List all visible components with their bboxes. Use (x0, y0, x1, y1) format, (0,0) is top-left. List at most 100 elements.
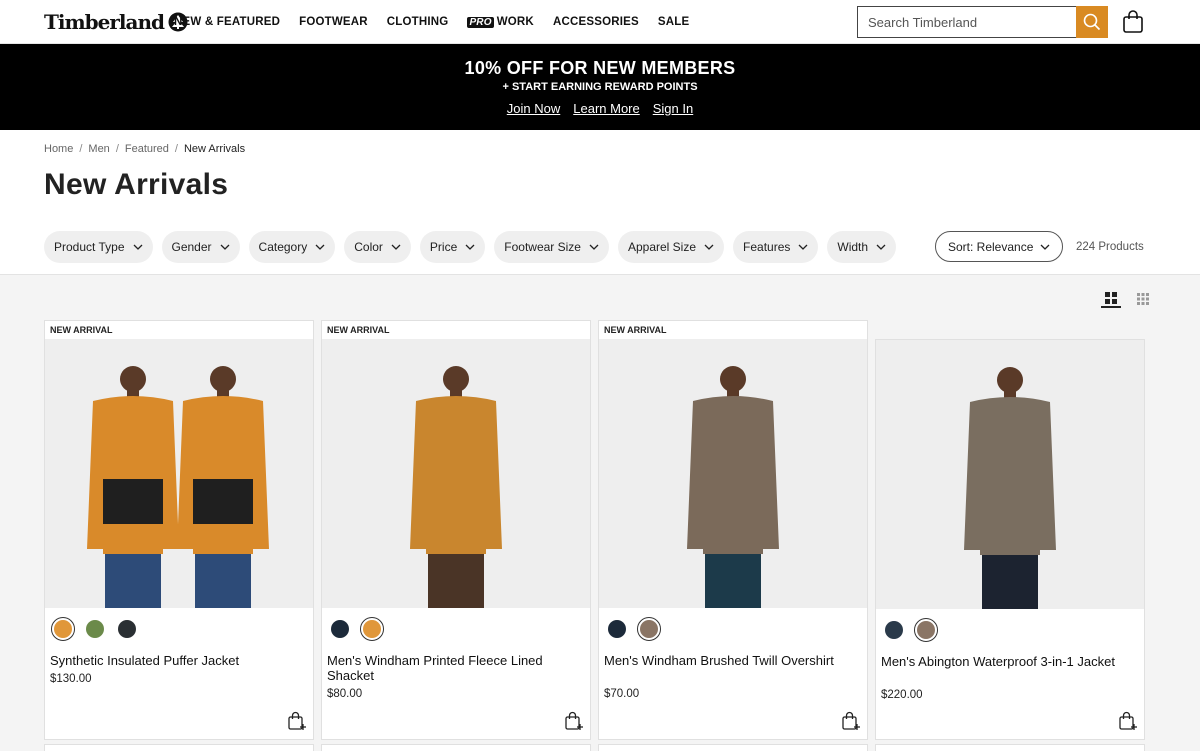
filter-chip-gender[interactable]: Gender (161, 231, 240, 263)
add-to-bag-icon[interactable] (287, 711, 307, 731)
filter-label: Footwear Size (504, 240, 581, 254)
product-name[interactable]: Men's Windham Brushed Twill Overshirt (604, 653, 854, 668)
color-swatch[interactable] (882, 618, 906, 642)
timberland-logo[interactable]: Timberland (44, 10, 188, 34)
page-title: New Arrivals (44, 168, 229, 201)
color-swatch[interactable] (115, 617, 139, 641)
search-button[interactable] (1076, 6, 1108, 38)
chevron-down-icon (1040, 244, 1050, 250)
breadcrumb-men[interactable]: Men (88, 143, 109, 155)
breadcrumb-separator: / (115, 143, 119, 155)
filter-chip-color[interactable]: Color (344, 231, 411, 263)
color-swatch[interactable] (637, 617, 661, 641)
chevron-down-icon (220, 244, 229, 250)
product-image[interactable] (45, 339, 313, 608)
breadcrumb-separator: / (174, 143, 178, 155)
product-card-peek (598, 744, 868, 751)
nav-footwear[interactable]: FOOTWEAR (299, 16, 368, 28)
product-image[interactable] (876, 340, 1144, 609)
site-header: Timberland NEW & FEATURED FOOTWEAR CLOTH… (0, 0, 1200, 44)
nav-sale[interactable]: SALE (658, 16, 689, 28)
view-toggle (1101, 289, 1153, 308)
nav-label: ACCESSORIES (552, 16, 639, 28)
nav-accessories[interactable]: ACCESSORIES (553, 16, 639, 28)
color-swatch[interactable] (605, 617, 629, 641)
chevron-down-icon (315, 244, 325, 250)
product-card[interactable]: NEW ARRIVAL Men's Windham Printed Fleece … (321, 320, 591, 740)
color-swatch[interactable] (51, 617, 75, 641)
shopping-bag-icon[interactable] (1122, 10, 1144, 34)
new-arrival-badge: NEW ARRIVAL (45, 321, 313, 339)
color-swatch[interactable] (914, 618, 938, 642)
color-swatch[interactable] (360, 617, 384, 641)
chevron-down-icon (133, 244, 142, 250)
chevron-down-icon (465, 244, 475, 250)
large-grid-view-button[interactable] (1101, 289, 1121, 308)
nav-pro-work[interactable]: PRO WORK (467, 16, 534, 28)
filter-chip-category[interactable]: Category (248, 231, 336, 263)
filter-label: Apparel Size (627, 240, 697, 254)
new-arrival-badge: NEW ARRIVAL (599, 321, 867, 339)
filter-chip-features[interactable]: Features (733, 231, 819, 263)
search-icon (1083, 13, 1101, 31)
nav-label: NEW & FEATURED (174, 16, 281, 28)
nav-label: SALE (657, 16, 690, 28)
product-image[interactable] (599, 339, 867, 608)
sort-dropdown[interactable]: Sort: Relevance (935, 231, 1063, 262)
search-input[interactable] (858, 7, 1077, 37)
learn-more-link[interactable]: Learn More (573, 101, 639, 116)
chevron-down-icon (589, 244, 599, 250)
product-photo (87, 366, 269, 608)
promo-title: 10% OFF FOR NEW MEMBERS (464, 58, 736, 78)
filter-chip-apparel-size[interactable]: Apparel Size (617, 231, 725, 263)
add-to-bag-icon[interactable] (841, 711, 861, 731)
product-name[interactable]: Men's Abington Waterproof 3-in-1 Jacket (881, 654, 1131, 669)
color-swatch[interactable] (328, 617, 352, 641)
promo-links: Join Now Learn More Sign In (0, 101, 1200, 116)
filter-chip-price[interactable]: Price (419, 231, 486, 263)
sort-label: Sort: Relevance (948, 239, 1034, 254)
filter-label: Width (837, 240, 869, 254)
chevron-down-icon (876, 244, 886, 250)
product-card[interactable]: NEW ARRIVAL Synthetic Insulated Puffer Ja… (44, 320, 314, 740)
filter-bar: Product Type Gender Category Color Price Foot… (44, 231, 897, 263)
product-card[interactable]: Men's Abington Waterproof 3-in-1 Jacket $… (875, 339, 1145, 740)
add-to-bag-icon[interactable] (564, 711, 584, 731)
filter-label: Category (258, 240, 308, 254)
small-grid-view-button[interactable] (1133, 289, 1153, 308)
product-photo (410, 366, 502, 608)
grid-large-icon (1105, 291, 1117, 304)
product-image[interactable] (322, 339, 590, 608)
chevron-down-icon (391, 244, 401, 250)
filter-chip-product-type[interactable]: Product Type (44, 231, 153, 263)
join-now-link[interactable]: Join Now (507, 101, 560, 116)
breadcrumb-featured[interactable]: Featured (125, 143, 169, 155)
sign-in-link[interactable]: Sign In (653, 101, 693, 116)
filter-label: Features (743, 240, 791, 254)
color-swatches (51, 617, 139, 641)
nav-new-featured[interactable]: NEW & FEATURED (174, 16, 280, 28)
nav-label: WORK (496, 16, 534, 28)
breadcrumb: Home / Men / Featured / New Arrivals (44, 143, 245, 155)
chevron-down-icon (798, 244, 808, 250)
grid-small-icon (1137, 292, 1149, 305)
filter-chip-width[interactable]: Width (827, 231, 897, 263)
product-card[interactable]: NEW ARRIVAL Men's Windham Brushed Twill O… (598, 320, 868, 740)
color-swatch[interactable] (83, 617, 107, 641)
product-name[interactable]: Men's Windham Printed Fleece Lined Shack… (327, 653, 577, 683)
promo-subtitle: + START EARNING REWARD POINTS (502, 81, 698, 93)
search-box (857, 6, 1108, 38)
nav-label: CLOTHING (386, 16, 449, 28)
add-to-bag-icon[interactable] (1118, 711, 1138, 731)
filter-chip-footwear-size[interactable]: Footwear Size (494, 231, 609, 263)
product-name[interactable]: Synthetic Insulated Puffer Jacket (50, 653, 300, 668)
product-count: 224 Products (1076, 241, 1144, 253)
breadcrumb-home[interactable]: Home (44, 143, 73, 155)
nav-clothing[interactable]: CLOTHING (387, 16, 449, 28)
product-card-peek (44, 744, 314, 751)
new-arrival-badge: NEW ARRIVAL (322, 321, 590, 339)
logo-wordmark: Timberland (44, 10, 165, 34)
filter-label: Color (354, 240, 383, 254)
color-swatches (605, 617, 661, 641)
product-price: $70.00 (604, 688, 640, 700)
